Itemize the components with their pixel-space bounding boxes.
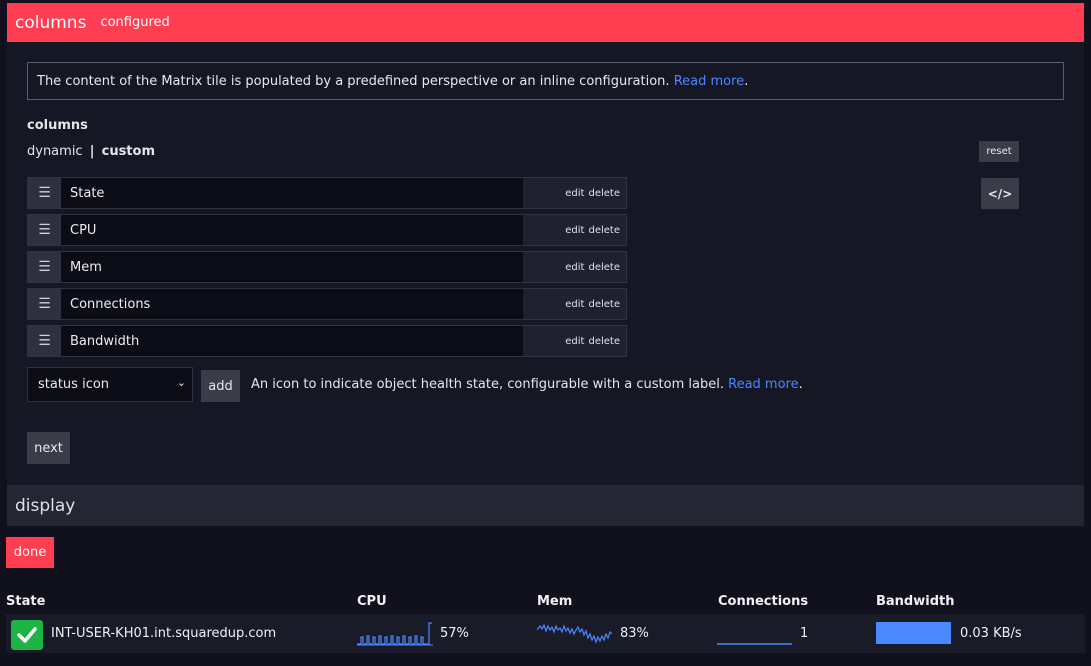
connections-sparkline	[717, 643, 792, 645]
connections-value: 1	[800, 626, 809, 641]
drag-handle-icon[interactable]: ☰	[28, 252, 61, 282]
drag-handle-icon[interactable]: ☰	[28, 289, 61, 319]
edit-link[interactable]: edit	[565, 262, 584, 273]
column-type-select[interactable]: status icon ⌄	[27, 367, 193, 402]
mode-separator: |	[89, 144, 95, 159]
info-box: The content of the Matrix tile is popula…	[27, 62, 1064, 100]
edit-link[interactable]: edit	[565, 225, 584, 236]
column-name: State	[61, 178, 523, 208]
chevron-down-icon: ⌄	[176, 376, 186, 389]
display-section-header[interactable]: display	[7, 485, 1084, 526]
cpu-sparkline	[357, 622, 433, 646]
section-status: configured	[100, 15, 170, 30]
reset-button[interactable]: reset	[979, 141, 1019, 162]
add-description-suffix: .	[798, 377, 803, 392]
read-more-link[interactable]: Read more	[674, 74, 744, 89]
delete-link[interactable]: delete	[588, 299, 620, 310]
bandwidth-bar	[876, 622, 951, 644]
column-name: Bandwidth	[61, 326, 523, 356]
edit-link[interactable]: edit	[565, 336, 584, 347]
mode-custom[interactable]: custom	[102, 144, 155, 159]
drag-handle-icon[interactable]: ☰	[28, 326, 61, 356]
mode-toggle: dynamic | custom	[27, 144, 155, 159]
edit-link[interactable]: edit	[565, 299, 584, 310]
select-value: status icon	[38, 377, 110, 392]
mem-sparkline	[537, 623, 613, 644]
matrix-header-state: State	[6, 594, 46, 609]
add-button[interactable]: add	[201, 370, 240, 402]
section-title: columns	[15, 12, 87, 33]
matrix-header-mem: Mem	[537, 594, 573, 609]
code-view-button[interactable]: </>	[981, 178, 1019, 209]
columns-section-header[interactable]: columns configured	[7, 3, 1084, 42]
cpu-value: 57%	[440, 626, 469, 641]
info-text: The content of the Matrix tile is popula…	[37, 73, 670, 89]
drag-handle-icon[interactable]: ☰	[28, 215, 61, 245]
column-row: ☰ State edit delete	[27, 177, 627, 209]
column-name: Mem	[61, 252, 523, 282]
check-icon	[11, 620, 43, 650]
delete-link[interactable]: delete	[588, 188, 620, 199]
bandwidth-value: 0.03 KB/s	[960, 626, 1022, 641]
delete-link[interactable]: delete	[588, 336, 620, 347]
column-row: ☰ Connections edit delete	[27, 288, 627, 320]
columns-label: columns	[27, 118, 88, 133]
done-button[interactable]: done	[6, 537, 54, 568]
column-name: Connections	[61, 289, 523, 319]
edit-link[interactable]: edit	[565, 188, 584, 199]
column-row: ☰ CPU edit delete	[27, 214, 627, 246]
host-name: INT-USER-KH01.int.squaredup.com	[51, 626, 277, 641]
delete-link[interactable]: delete	[588, 262, 620, 273]
delete-link[interactable]: delete	[588, 225, 620, 236]
drag-handle-icon[interactable]: ☰	[28, 178, 61, 208]
add-description-text: An icon to indicate object health state,…	[251, 377, 724, 392]
info-suffix: .	[744, 73, 749, 89]
column-row: ☰ Bandwidth edit delete	[27, 325, 627, 357]
mode-dynamic[interactable]: dynamic	[27, 144, 83, 159]
add-description: An icon to indicate object health state,…	[251, 377, 803, 392]
column-name: CPU	[61, 215, 523, 245]
read-more-link[interactable]: Read more	[728, 377, 798, 392]
matrix-header-cpu: CPU	[357, 594, 387, 609]
matrix-header-connections: Connections	[718, 594, 809, 609]
mem-value: 83%	[620, 626, 649, 641]
column-row: ☰ Mem edit delete	[27, 251, 627, 283]
matrix-header-bandwidth: Bandwidth	[876, 594, 955, 609]
next-button[interactable]: next	[27, 432, 70, 464]
